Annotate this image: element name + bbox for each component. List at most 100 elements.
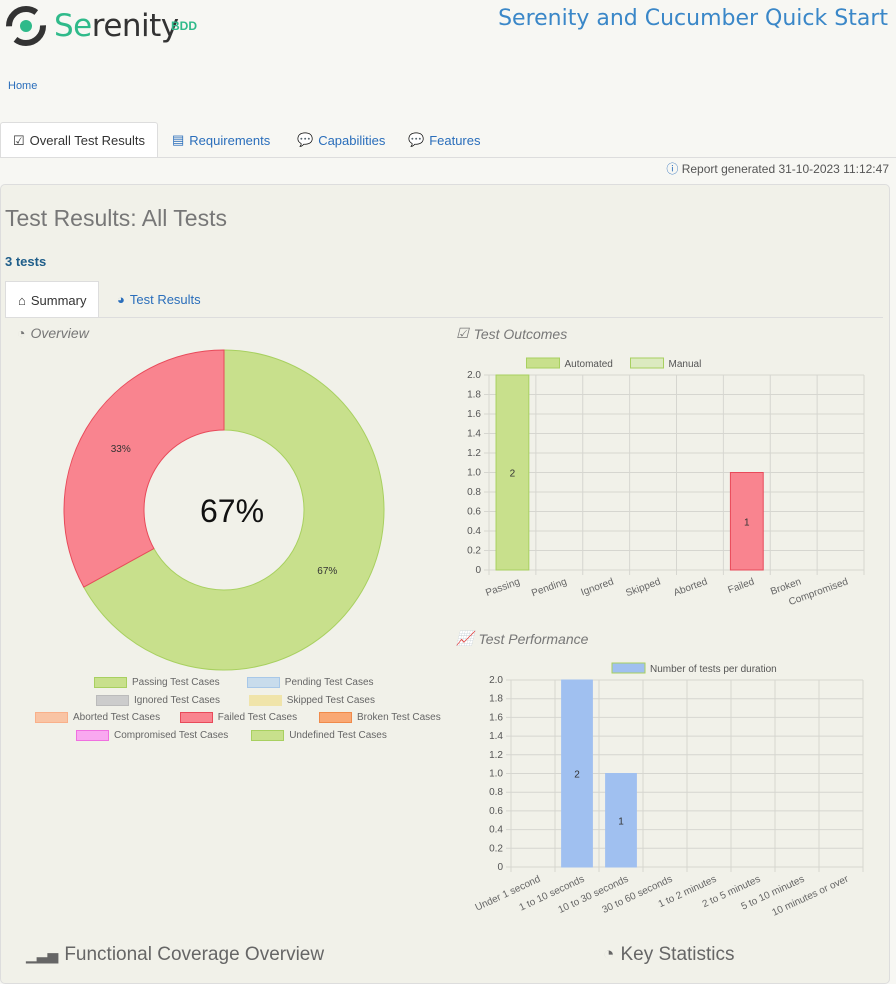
legend-swatch: [179, 712, 213, 723]
logo-sub: BDD: [171, 19, 197, 33]
legend-label: Passing Test Cases: [132, 677, 220, 688]
legend-item[interactable]: Compromised Test Cases: [76, 730, 228, 741]
pie-chart-icon: ◔: [17, 325, 26, 341]
legend-item[interactable]: Skipped Test Cases: [248, 695, 375, 706]
legend-label: Broken Test Cases: [357, 712, 441, 723]
legend-item[interactable]: Broken Test Cases: [319, 712, 441, 723]
comment-icon: 💬: [297, 132, 314, 147]
y-tick-label: 1.6: [489, 712, 503, 723]
y-tick-label: 0.6: [489, 806, 503, 817]
legend-label: Aborted Test Cases: [73, 712, 161, 723]
y-tick-label: 1.2: [489, 750, 503, 761]
outcomes-title: Test Outcomes: [473, 325, 568, 342]
y-tick-label: 1.0: [489, 769, 503, 780]
y-tick-label: 2.0: [489, 675, 503, 686]
legend-swatch[interactable]: [611, 662, 646, 674]
serenity-logo-icon: [6, 6, 46, 46]
overview-title: Overview: [30, 325, 89, 341]
y-tick-label: 0.2: [489, 843, 503, 854]
legend-swatch: [94, 677, 127, 688]
info-icon: ⓘ: [666, 162, 679, 176]
y-tick-label: 1.2: [467, 448, 481, 459]
y-tick-label: 0.4: [467, 526, 481, 537]
x-tick-label: 10 minutes or over: [771, 873, 851, 918]
y-tick-label: 1.4: [467, 429, 481, 440]
legend-swatch: [76, 730, 109, 741]
legend-label: Number of tests per duration: [650, 664, 777, 675]
page-title: Test Results: All Tests: [5, 205, 227, 231]
y-tick-label: 1.4: [489, 731, 503, 742]
checkbox-icon: ☑: [456, 325, 469, 341]
bar-value-label: 1: [744, 517, 750, 528]
overview-pie-chart: 67% 33% 67%: [63, 349, 385, 671]
tab-label: Capabilities: [318, 132, 386, 148]
legend-item[interactable]: Ignored Test Cases: [96, 695, 220, 706]
pie-slice[interactable]: [63, 349, 225, 588]
report-generated-text: Report generated 31-10-2023 11:12:47: [681, 162, 889, 176]
y-tick-label: 2.0: [467, 370, 481, 381]
legend-swatch: [319, 712, 352, 723]
x-tick-label: Pending: [530, 576, 568, 599]
legend-swatch[interactable]: [630, 357, 664, 369]
tab-capabilities[interactable]: 💬 Capabilities: [285, 122, 397, 158]
y-tick-label: 0.8: [467, 487, 481, 498]
stats-heading: ◔ Key Statistics: [603, 944, 735, 966]
legend-label: Manual: [669, 359, 702, 370]
breadcrumb-home[interactable]: Home: [8, 80, 37, 92]
bar-chart-icon: ▁▃▅: [26, 946, 59, 963]
legend-item[interactable]: Failed Test Cases: [179, 712, 298, 723]
home-icon: ⌂: [18, 292, 26, 308]
legend-item[interactable]: Pending Test Cases: [246, 677, 374, 688]
overview-heading: ◔ Overview: [17, 325, 89, 341]
performance-title: Test Performance: [478, 630, 589, 647]
x-tick-label: Ignored: [580, 576, 616, 598]
legend-label: Pending Test Cases: [284, 677, 374, 688]
x-tick-label: Passing: [484, 576, 521, 599]
legend-item[interactable]: Aborted Test Cases: [35, 712, 160, 723]
tab-features[interactable]: 💬 Features: [396, 122, 493, 158]
tab-overall-test-results[interactable]: ☑ Overall Test Results: [0, 122, 159, 158]
outcomes-heading: ☑ Test Outcomes: [456, 325, 567, 342]
stats-title: Key Statistics: [620, 944, 735, 965]
legend-label: Failed Test Cases: [217, 712, 298, 723]
subtab-label: Summary: [30, 292, 87, 308]
y-tick-label: 0.4: [489, 825, 503, 836]
logo-text: Serenity: [54, 8, 179, 44]
legend-label: Ignored Test Cases: [134, 695, 220, 706]
list-icon: ▤: [172, 132, 185, 147]
subtab-label: Test Results: [129, 292, 201, 307]
y-tick-label: 1.8: [489, 694, 503, 705]
tab-requirements[interactable]: ▤ Requirements: [160, 122, 282, 158]
x-tick-label: Skipped: [624, 576, 662, 599]
tab-label: Features: [429, 132, 481, 148]
bar-value-label: 1: [618, 816, 624, 827]
y-tick-label: 0.8: [489, 787, 503, 798]
bar-value-label: 2: [510, 469, 516, 480]
pie-center-label: 67%: [200, 493, 264, 529]
project-title: Serenity and Cucumber Quick Start: [498, 6, 888, 31]
legend-item[interactable]: Undefined Test Cases: [251, 730, 387, 741]
y-tick-label: 0.6: [467, 507, 481, 518]
report-generated: ⓘ Report generated 31-10-2023 11:12:47: [666, 160, 889, 177]
y-tick-label: 1.6: [467, 409, 481, 420]
y-tick-label: 0: [497, 862, 503, 873]
gauge-icon: ◕: [117, 292, 125, 307]
performance-heading: 📈 Test Performance: [456, 630, 588, 647]
subtab-summary[interactable]: ⌂ Summary: [5, 281, 100, 318]
checklist-icon: ☑: [13, 132, 25, 148]
legend-swatch: [246, 677, 280, 688]
coverage-heading: ▁▃▅ Functional Coverage Overview: [26, 944, 324, 966]
legend-swatch: [251, 730, 285, 741]
x-tick-label: Failed: [726, 576, 755, 596]
legend-swatch: [35, 712, 68, 723]
line-chart-icon: 📈: [456, 630, 474, 646]
legend-swatch[interactable]: [526, 357, 560, 369]
y-tick-label: 0: [475, 565, 481, 576]
legend-item[interactable]: Passing Test Cases: [94, 677, 220, 688]
tab-label: Requirements: [189, 132, 271, 148]
legend-swatch: [248, 695, 282, 706]
subtab-test-results[interactable]: ◕ Test Results: [105, 281, 213, 318]
legend-swatch: [96, 695, 129, 706]
performance-bar-chart: Number of tests per duration 0 0.2 0.4 0.6 0.…: [474, 662, 864, 919]
divider: [5, 317, 883, 318]
